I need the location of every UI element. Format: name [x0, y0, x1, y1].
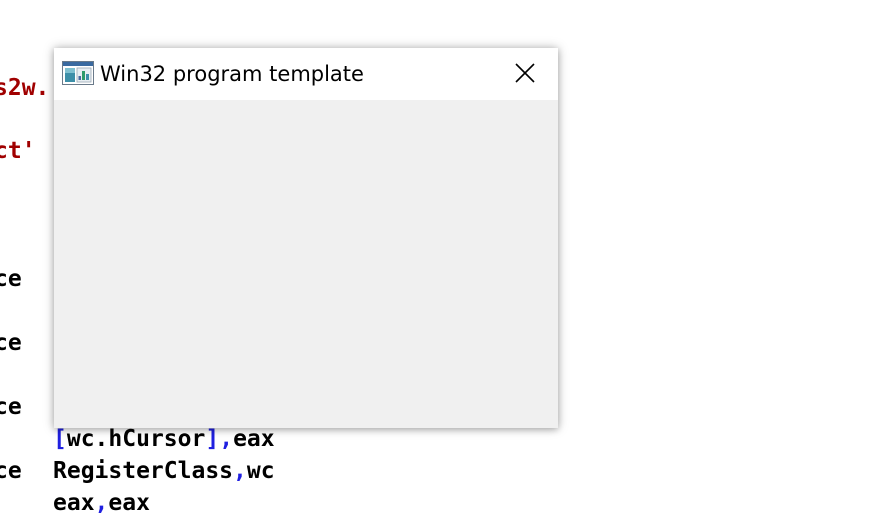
- code-token: eax: [108, 490, 150, 516]
- code-token: wc: [246, 458, 275, 484]
- code-token: s2w.: [0, 75, 50, 101]
- close-button[interactable]: [492, 48, 558, 100]
- title-bar[interactable]: Win32 program template: [54, 48, 558, 100]
- code-token: ce: [0, 394, 22, 420]
- app-window-icon: [62, 61, 94, 85]
- code-line: ce: [0, 264, 22, 294]
- win32-window[interactable]: Win32 program template: [54, 48, 558, 428]
- code-token: ce: [0, 458, 22, 484]
- code-token: eax: [233, 426, 275, 452]
- code-token: ,: [94, 490, 109, 516]
- code-token: ct': [0, 138, 36, 164]
- window-title: Win32 program template: [100, 62, 364, 86]
- code-token: [: [53, 426, 67, 452]
- code-line: ce: [0, 328, 22, 358]
- code-line: [wc.hCursor],eax: [53, 424, 275, 454]
- code-token: RegisterClass: [53, 458, 234, 484]
- code-line: ct': [0, 136, 36, 166]
- close-icon: [515, 63, 535, 83]
- code-token: ,: [233, 458, 247, 484]
- code-line: ce: [0, 456, 22, 486]
- code-token: ce: [0, 266, 22, 292]
- code-token: eax: [53, 490, 95, 516]
- code-token: ce: [0, 330, 22, 356]
- code-line: s2w.: [0, 73, 49, 103]
- window-client-area[interactable]: [54, 100, 558, 428]
- code-token: ]: [205, 426, 220, 452]
- code-line: eax,eax: [53, 488, 150, 517]
- code-line: ce: [0, 392, 22, 422]
- code-line: RegisterClass,wc: [53, 456, 275, 486]
- code-token: ,: [219, 426, 234, 452]
- code-token: wc.hCursor: [66, 426, 206, 452]
